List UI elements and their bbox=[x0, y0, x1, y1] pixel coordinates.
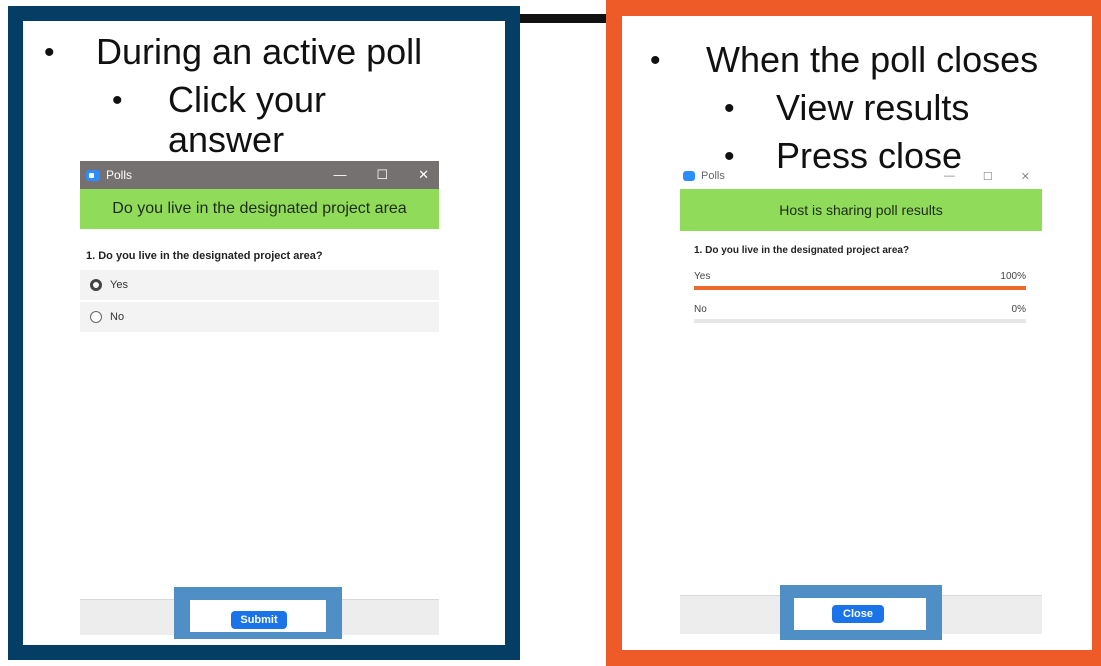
poll-option-no[interactable]: No bbox=[80, 302, 439, 332]
left-bullet-main: During an active poll bbox=[96, 31, 423, 72]
maximize-icon[interactable]: ☐ bbox=[376, 167, 388, 183]
zoom-logo-icon bbox=[86, 169, 100, 181]
left-bullet-sub: Click your answer bbox=[168, 79, 327, 160]
bullet-dot: • bbox=[724, 92, 735, 125]
poll-window-results: Polls — ☐ ✕ Host is sharing poll results… bbox=[680, 163, 1042, 633]
bullet-dot: • bbox=[650, 44, 661, 77]
option-label: Yes bbox=[110, 279, 128, 291]
option-label: No bbox=[110, 311, 125, 323]
result-row-no: No 0% bbox=[680, 290, 1042, 323]
result-label: No bbox=[694, 304, 707, 315]
submit-button[interactable]: Submit bbox=[231, 611, 287, 629]
poll-window-titlebar: Polls — ☐ ✕ bbox=[80, 161, 439, 189]
result-bar-track bbox=[694, 319, 1026, 323]
poll-banner: Do you live in the designated project ar… bbox=[80, 189, 439, 229]
poll-question: 1. Do you live in the designated project… bbox=[694, 245, 910, 256]
poll-banner: Host is sharing poll results bbox=[680, 189, 1042, 231]
close-icon[interactable]: ✕ bbox=[418, 167, 429, 183]
radio-unchecked-icon[interactable] bbox=[90, 311, 102, 323]
minimize-icon[interactable]: — bbox=[333, 167, 346, 183]
window-title: Polls bbox=[701, 170, 725, 182]
result-percent: 0% bbox=[1011, 304, 1026, 315]
close-button[interactable]: Close bbox=[832, 605, 884, 623]
result-percent: 100% bbox=[1000, 271, 1026, 282]
poll-option-yes[interactable]: Yes bbox=[80, 270, 439, 300]
right-bullet-sub1: View results bbox=[776, 87, 970, 128]
result-row-yes: Yes 100% bbox=[680, 265, 1042, 290]
bullet-dot: • bbox=[44, 36, 55, 69]
maximize-icon[interactable]: ☐ bbox=[983, 170, 993, 183]
result-label: Yes bbox=[694, 271, 711, 282]
radio-checked-icon[interactable] bbox=[90, 279, 102, 291]
close-icon[interactable]: ✕ bbox=[1021, 170, 1030, 183]
poll-question: 1. Do you live in the designated project… bbox=[86, 250, 323, 262]
right-bullet-main: When the poll closes bbox=[706, 39, 1039, 80]
bullet-dot: • bbox=[724, 140, 735, 173]
zoom-logo-icon bbox=[683, 171, 695, 181]
window-title: Polls bbox=[106, 168, 133, 182]
poll-window-active: Polls — ☐ ✕ Do you live in the designate… bbox=[80, 161, 439, 629]
right-bullet-sub2: Press close bbox=[776, 135, 963, 176]
bullet-dot: • bbox=[112, 84, 123, 117]
